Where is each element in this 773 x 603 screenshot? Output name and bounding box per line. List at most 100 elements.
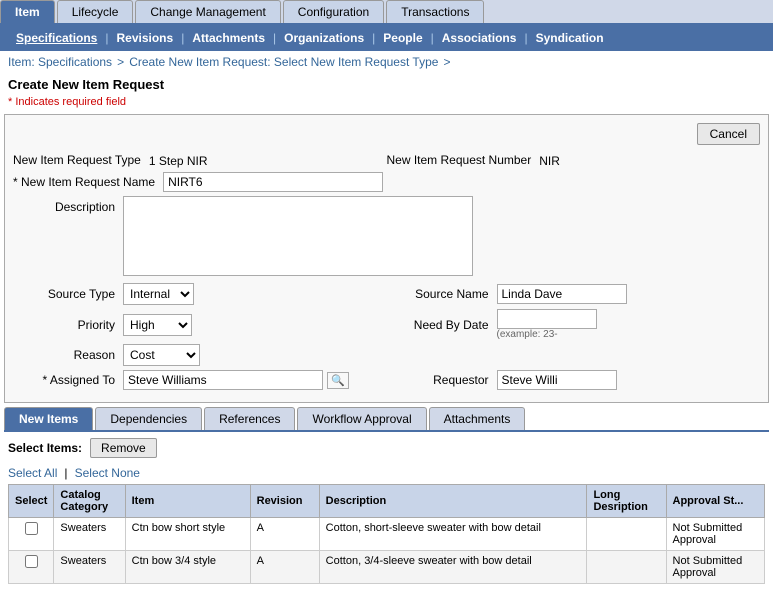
- tab-lifecycle[interactable]: Lifecycle: [57, 0, 134, 23]
- row2-approval: Not SubmittedApproval: [666, 551, 764, 584]
- col-category: CatalogCategory: [54, 485, 125, 518]
- tab-item[interactable]: Item: [0, 0, 55, 23]
- row1-description: Cotton, short-sleeve sweater with bow de…: [319, 518, 587, 551]
- nir-number-value: NIR: [539, 151, 760, 168]
- description-textarea[interactable]: [123, 196, 473, 276]
- source-type-select[interactable]: Internal External: [123, 283, 194, 305]
- select-none-link[interactable]: Select None: [75, 466, 140, 480]
- row1-category: Sweaters: [54, 518, 125, 551]
- breadcrumb-sep1: >: [117, 55, 124, 69]
- row2-checkbox[interactable]: [25, 555, 38, 568]
- requestor-input[interactable]: [497, 370, 617, 390]
- need-by-date-input[interactable]: [497, 309, 597, 329]
- row1-checkbox[interactable]: [25, 522, 38, 535]
- reason-value-wrap: Cost Quality Schedule: [123, 344, 760, 366]
- description-left: Description: [13, 196, 760, 279]
- col-revision: Revision: [250, 485, 319, 518]
- row1-item: Ctn bow short style: [125, 518, 250, 551]
- table-container: Select CatalogCategory Item Revision Des…: [4, 484, 769, 584]
- nir-name-input[interactable]: [163, 172, 383, 192]
- breadcrumb-item-create[interactable]: Create New Item Request: Select New Item…: [129, 55, 438, 69]
- col-approval-status: Approval St...: [666, 485, 764, 518]
- assigned-to-label: * Assigned To: [13, 373, 123, 387]
- row2-category: Sweaters: [54, 551, 125, 584]
- assigned-to-search-button[interactable]: 🔍: [327, 372, 349, 389]
- select-links: Select All | Select None: [0, 464, 773, 484]
- source-name-value-wrap: [497, 284, 761, 304]
- reason-row: Reason Cost Quality Schedule: [13, 344, 760, 366]
- row2-description: Cotton, 3/4-sleeve sweater with bow deta…: [319, 551, 587, 584]
- priority-row: Priority High Medium Low Need By Date (e…: [13, 309, 760, 340]
- assigned-row: * Assigned To 🔍 Requestor: [13, 370, 760, 390]
- requestor-right: Requestor: [387, 370, 761, 390]
- nir-name-left: * New Item Request Name: [13, 172, 387, 192]
- reason-select[interactable]: Cost Quality Schedule: [123, 344, 200, 366]
- sub-nav-bar: Specifications | Revisions | Attachments…: [0, 25, 773, 51]
- items-table: Select CatalogCategory Item Revision Des…: [8, 484, 765, 584]
- required-note: * Indicates required field: [0, 94, 773, 114]
- tab-configuration[interactable]: Configuration: [283, 0, 384, 23]
- row1-select-cell: [9, 518, 54, 551]
- tab-transactions[interactable]: Transactions: [386, 0, 484, 23]
- select-items-bar: Select Items: Remove: [0, 432, 773, 464]
- assigned-to-input[interactable]: [123, 370, 323, 390]
- col-long-description: LongDesription: [587, 485, 666, 518]
- subnav-revisions[interactable]: Revisions: [108, 29, 181, 47]
- top-tab-bar: Item Lifecycle Change Management Configu…: [0, 0, 773, 25]
- nir-name-label: * New Item Request Name: [13, 175, 163, 189]
- section-tab-attachments[interactable]: Attachments: [429, 407, 526, 430]
- nir-name-row: * New Item Request Name: [13, 172, 760, 192]
- tab-change-management[interactable]: Change Management: [135, 0, 280, 23]
- nir-type-label: New Item Request Type: [13, 153, 149, 167]
- section-tab-dependencies[interactable]: Dependencies: [95, 407, 202, 430]
- form-header-row: Cancel: [13, 123, 760, 145]
- form-area: Cancel New Item Request Type 1 Step NIR …: [4, 114, 769, 403]
- source-name-input[interactable]: [497, 284, 627, 304]
- row1-approval: Not SubmittedApproval: [666, 518, 764, 551]
- col-item: Item: [125, 485, 250, 518]
- priority-select[interactable]: High Medium Low: [123, 314, 192, 336]
- section-tab-new-items[interactable]: New Items: [4, 407, 93, 430]
- source-row: Source Type Internal External Source Nam…: [13, 283, 760, 305]
- source-name-label: Source Name: [387, 287, 497, 301]
- row2-select-cell: [9, 551, 54, 584]
- section-tab-bar: New Items Dependencies References Workfl…: [4, 407, 769, 432]
- subnav-specifications[interactable]: Specifications: [8, 29, 105, 47]
- reason-label: Reason: [13, 348, 123, 362]
- breadcrumb-item-spec[interactable]: Item: Specifications: [8, 55, 112, 69]
- section-tab-references[interactable]: References: [204, 407, 295, 430]
- section-tab-workflow-approval[interactable]: Workflow Approval: [297, 407, 426, 430]
- cancel-button[interactable]: Cancel: [697, 123, 760, 145]
- table-row: Sweaters Ctn bow 3/4 style A Cotton, 3/4…: [9, 551, 765, 584]
- priority-left: Priority High Medium Low: [13, 309, 387, 340]
- requestor-label: Requestor: [387, 373, 497, 387]
- subnav-associations[interactable]: Associations: [434, 29, 525, 47]
- col-description: Description: [319, 485, 587, 518]
- remove-button[interactable]: Remove: [90, 438, 157, 458]
- need-by-date-hint: (example: 23-: [497, 329, 761, 340]
- select-all-link[interactable]: Select All: [8, 466, 57, 480]
- nir-number-right: New Item Request Number NIR: [387, 151, 761, 168]
- requestor-value-wrap: [497, 370, 761, 390]
- source-type-left: Source Type Internal External: [13, 283, 387, 305]
- source-name-right: Source Name: [387, 283, 761, 305]
- nir-name-right: [387, 172, 761, 192]
- assigned-to-value-wrap: 🔍: [123, 370, 387, 390]
- need-by-date-right: Need By Date (example: 23-: [387, 309, 761, 340]
- select-sep: |: [64, 466, 67, 480]
- subnav-organizations[interactable]: Organizations: [276, 29, 372, 47]
- row1-revision: A: [250, 518, 319, 551]
- source-type-label: Source Type: [13, 287, 123, 301]
- priority-label: Priority: [13, 318, 123, 332]
- reason-left: Reason Cost Quality Schedule: [13, 344, 760, 366]
- subnav-attachments[interactable]: Attachments: [184, 29, 273, 47]
- source-type-value-wrap: Internal External: [123, 283, 387, 305]
- row2-revision: A: [250, 551, 319, 584]
- table-header-row: Select CatalogCategory Item Revision Des…: [9, 485, 765, 518]
- nir-type-row: New Item Request Type 1 Step NIR New Ite…: [13, 151, 760, 168]
- page-title: Create New Item Request: [0, 73, 773, 94]
- subnav-people[interactable]: People: [375, 29, 430, 47]
- subnav-syndication[interactable]: Syndication: [528, 29, 612, 47]
- row2-item: Ctn bow 3/4 style: [125, 551, 250, 584]
- row2-long-desc: [587, 551, 666, 584]
